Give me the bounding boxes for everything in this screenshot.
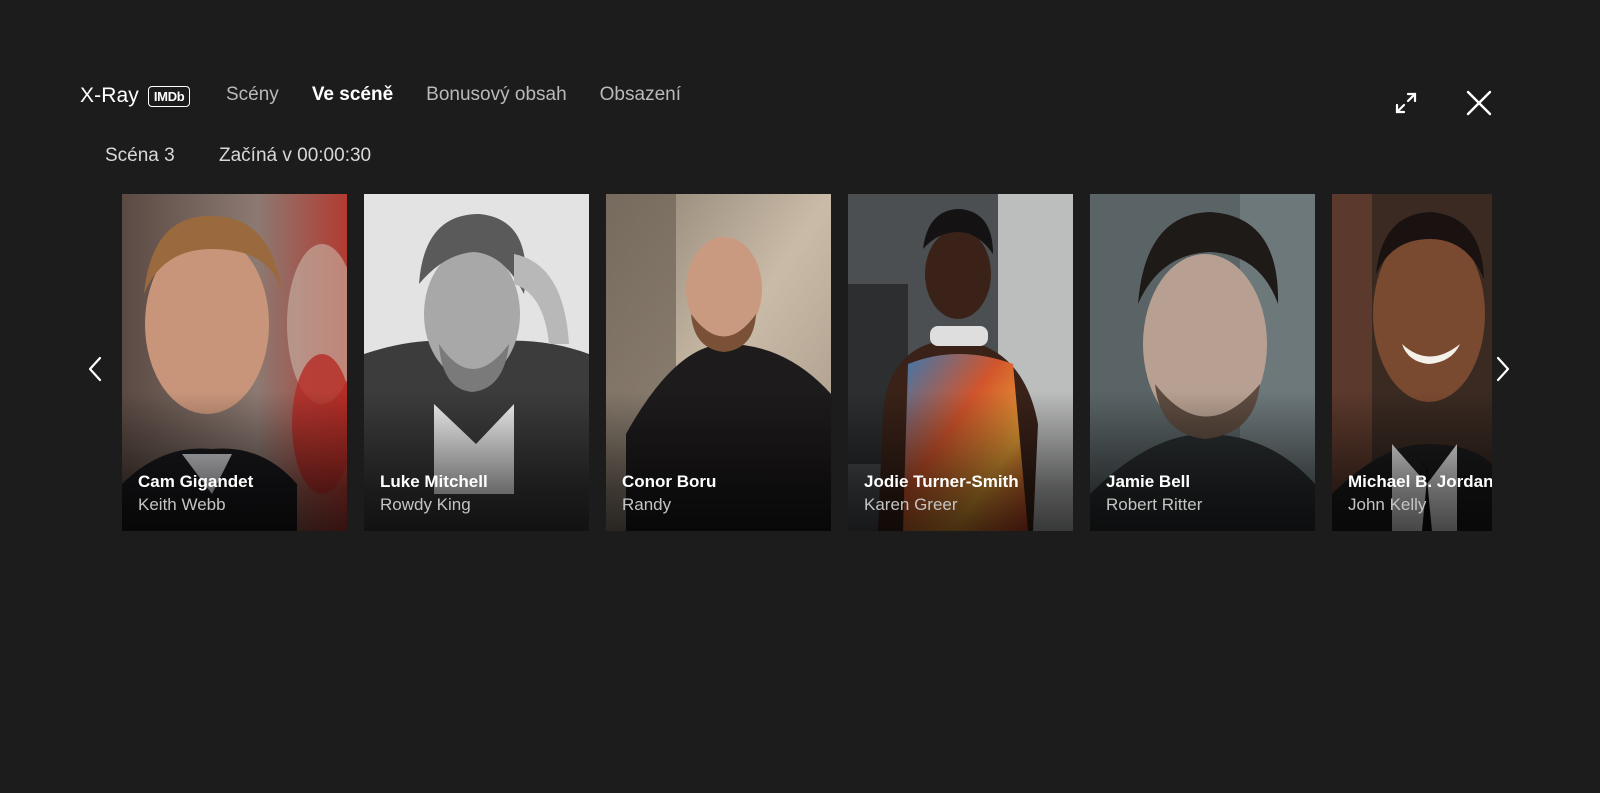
- actor-name: Cam Gigandet: [138, 472, 254, 491]
- scene-start-time: Začíná v 00:00:30: [219, 145, 372, 166]
- xray-brand: X-Ray IMDb: [80, 82, 191, 110]
- character-name: Randy: [622, 495, 672, 514]
- close-button[interactable]: [1461, 85, 1497, 121]
- cast-card[interactable]: Jodie Turner-Smith Karen Greer: [848, 194, 1073, 531]
- carousel-prev-button[interactable]: [80, 354, 110, 384]
- cast-card[interactable]: Michael B. Jordan John Kelly: [1332, 194, 1492, 531]
- tab-in-scene[interactable]: Ve scéně: [312, 84, 393, 106]
- actor-name: Jamie Bell: [1106, 472, 1191, 491]
- chevron-right-icon: [1496, 356, 1510, 382]
- xray-overlay: X-Ray IMDb Scény Ve scéně Bonusový obsah…: [0, 0, 1600, 793]
- imdb-logo: IMDb: [147, 85, 191, 107]
- xray-title: X-Ray: [80, 84, 139, 107]
- tab-bonus-content[interactable]: Bonusový obsah: [426, 84, 567, 106]
- actor-name: Luke Mitchell: [380, 472, 488, 491]
- close-icon: [1466, 90, 1492, 116]
- character-name: Keith Webb: [138, 495, 226, 514]
- cast-card[interactable]: Jamie Bell Robert Ritter: [1090, 194, 1315, 531]
- cast-carousel: Cam Gigandet Keith Webb Luke Mitchell Ro…: [122, 194, 1492, 531]
- xray-tabs: Scény Ve scéně Bonusový obsah Obsazení: [226, 84, 714, 106]
- character-name: Robert Ritter: [1106, 495, 1203, 514]
- character-name: John Kelly: [1348, 495, 1427, 514]
- chevron-left-icon: [88, 356, 102, 382]
- cast-card[interactable]: Luke Mitchell Rowdy King: [364, 194, 589, 531]
- tab-scenes[interactable]: Scény: [226, 84, 279, 106]
- cast-card[interactable]: Cam Gigandet Keith Webb: [122, 194, 347, 531]
- carousel-next-button[interactable]: [1488, 354, 1518, 384]
- actor-name: Michael B. Jordan: [1348, 472, 1492, 491]
- character-name: Rowdy King: [380, 495, 471, 514]
- character-name: Karen Greer: [864, 495, 958, 514]
- actor-name: Conor Boru: [622, 472, 717, 491]
- scene-number: Scéna 3: [105, 145, 175, 166]
- expand-icon: [1395, 92, 1417, 114]
- cast-card[interactable]: Conor Boru Randy: [606, 194, 831, 531]
- actor-name: Jodie Turner-Smith: [864, 472, 1019, 491]
- tab-cast[interactable]: Obsazení: [600, 84, 681, 106]
- expand-button[interactable]: [1388, 85, 1424, 121]
